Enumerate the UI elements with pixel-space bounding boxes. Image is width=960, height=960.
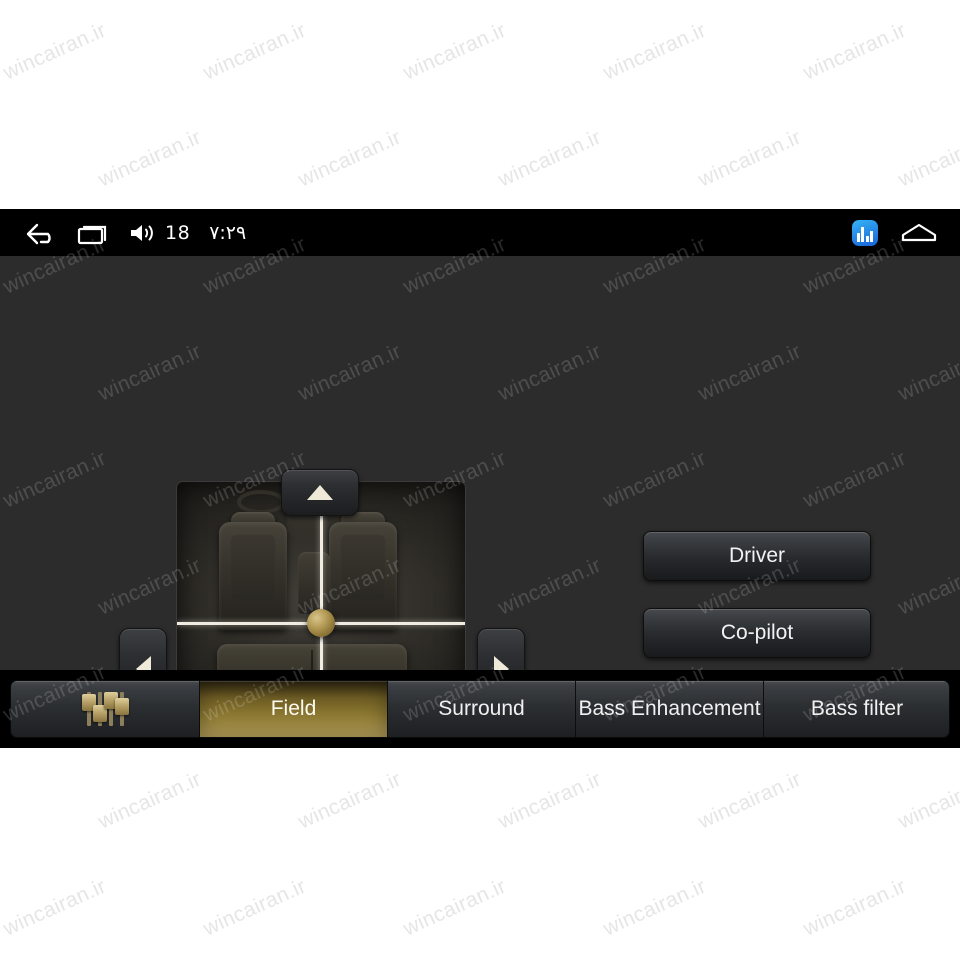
watermark-text: wincairan.ir [0, 767, 5, 834]
tab-strip: Field Surround Bass Enhancement Bass fil… [10, 680, 950, 738]
tab-field-label: Field [270, 697, 317, 720]
seat-copilot [329, 522, 397, 630]
steering-wheel-graphic [237, 490, 285, 514]
seat-driver [219, 522, 287, 630]
zone-button-copilot[interactable]: Co-pilot [643, 608, 871, 658]
tab-bass-filter-label: Bass filter [810, 697, 904, 720]
bottom-tab-bar: Field Surround Bass Enhancement Bass fil… [0, 670, 960, 748]
watermark-text: wincairan.ir [199, 874, 310, 941]
clock: ۷:۲۹ [209, 221, 247, 244]
status-bar-right-group [852, 209, 938, 256]
watermark-text: wincairan.ir [599, 874, 710, 941]
status-bar-left-group: 18 ۷:۲۹ [0, 221, 246, 245]
triangle-up-icon [307, 485, 333, 500]
home-icon[interactable] [900, 221, 938, 245]
watermark-text: wincairan.ir [799, 874, 910, 941]
equalizer-sliders-icon [81, 692, 129, 726]
watermark-text: wincairan.ir [94, 767, 205, 834]
zone-button-driver[interactable]: Driver [643, 531, 871, 581]
watermark-text: wincairan.ir [694, 767, 805, 834]
watermark-text: wincairan.ir [0, 125, 5, 192]
watermark-text: wincairan.ir [399, 18, 510, 85]
volume-level: 18 [165, 221, 191, 244]
watermark-text: wincairan.ir [694, 125, 805, 192]
tab-surround-label: Surround [438, 697, 525, 720]
watermark-text: wincairan.ir [294, 125, 405, 192]
watermark-text: wincairan.ir [599, 18, 710, 85]
watermark-text: wincairan.ir [494, 767, 605, 834]
status-bar: 18 ۷:۲۹ [0, 209, 960, 256]
tab-bass-enhancement-label: Bass Enhancement [578, 697, 761, 720]
watermark-text: wincairan.ir [399, 874, 510, 941]
watermark-text: wincairan.ir [494, 125, 605, 192]
watermark-text: wincairan.ir [0, 18, 110, 85]
back-arrow-icon[interactable] [24, 221, 58, 245]
watermark-text: wincairan.ir [894, 125, 960, 192]
center-console-graphic [298, 552, 330, 614]
tab-bass-enhancement[interactable]: Bass Enhancement [576, 681, 764, 737]
watermark-text: wincairan.ir [199, 18, 310, 85]
field-up-button[interactable] [281, 469, 359, 516]
tab-surround[interactable]: Surround [388, 681, 576, 737]
tab-bass-filter[interactable]: Bass filter [764, 681, 949, 737]
watermark-text: wincairan.ir [94, 125, 205, 192]
watermark-text: wincairan.ir [294, 767, 405, 834]
recents-icon[interactable] [77, 221, 109, 245]
watermark-text: wincairan.ir [799, 18, 910, 85]
tab-equalizer[interactable] [11, 681, 200, 737]
tab-field[interactable]: Field [200, 681, 388, 737]
watermark-text: wincairan.ir [0, 874, 110, 941]
volume-indicator[interactable]: 18 [128, 221, 190, 245]
equalizer-app-icon[interactable] [852, 219, 878, 246]
volume-icon [128, 221, 156, 245]
balance-fader-handle[interactable] [307, 609, 335, 637]
watermark-text: wincairan.ir [894, 767, 960, 834]
head-unit-screen: 18 ۷:۲۹ Driver Co-pilot Field Surround B… [0, 209, 960, 748]
